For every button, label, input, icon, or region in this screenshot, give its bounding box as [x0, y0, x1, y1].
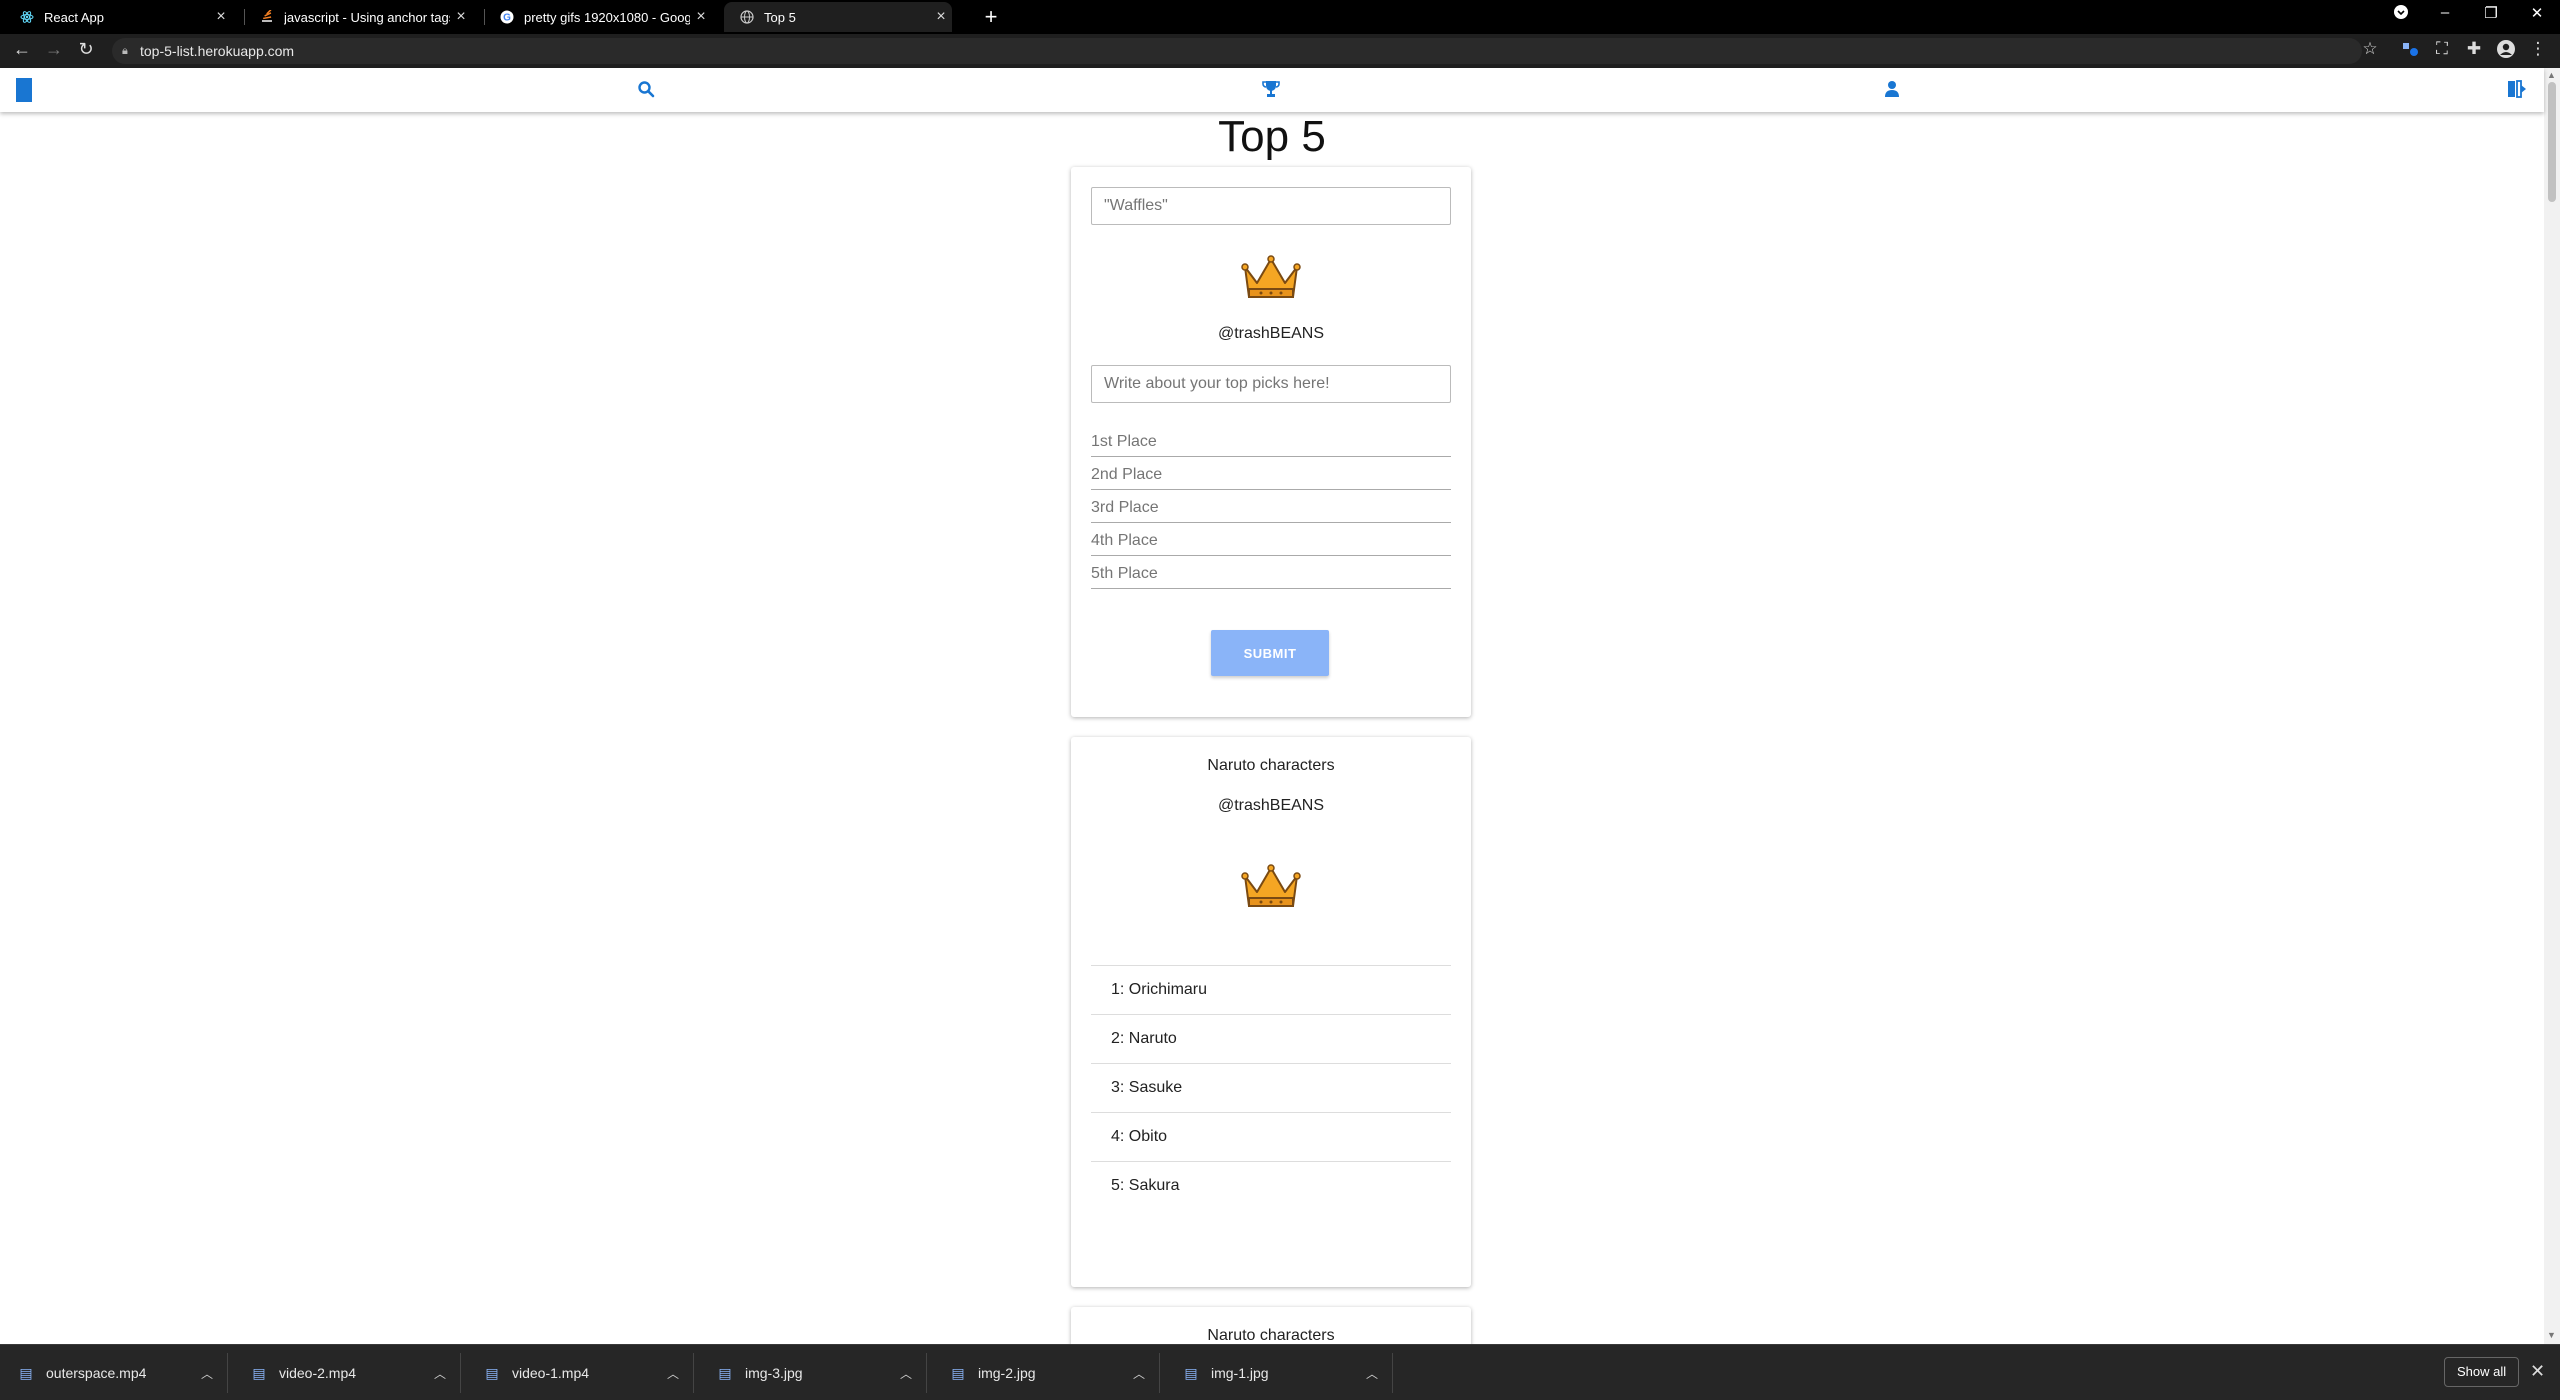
close-downloads-icon[interactable]: ✕	[2530, 1361, 2545, 1382]
chevron-up-icon[interactable]: ︿	[1352, 1365, 1392, 1382]
top5-list-card[interactable]: Naruto characters	[1071, 1307, 1471, 1344]
first-place-input[interactable]	[1091, 427, 1451, 457]
crown-icon	[1241, 255, 1301, 298]
file-icon: ▤	[19, 1364, 33, 1381]
list-title-input[interactable]	[1091, 187, 1451, 225]
tab-stackoverflow[interactable]: javascript - Using anchor tags in ×	[244, 2, 472, 32]
bookmark-star-icon[interactable]: ☆	[2356, 39, 2384, 59]
chevron-up-icon[interactable]: ︿	[187, 1365, 227, 1382]
address-bar[interactable]: 🔒︎ top-5-list.herokuapp.com	[112, 38, 2362, 64]
list-item: 4: Obito	[1091, 1112, 1451, 1161]
tab-title: React App	[44, 9, 104, 25]
downloads-bar: ▤ outerspace.mp4 ︿ ▤ video-2.mp4 ︿ ▤ vid…	[0, 1344, 2560, 1400]
google-icon: G	[500, 10, 514, 24]
chevron-up-icon[interactable]: ︿	[1119, 1365, 1159, 1382]
download-filename: video-2.mp4	[279, 1365, 357, 1381]
file-icon: ▤	[485, 1364, 499, 1381]
screen-capture-icon[interactable]: ⛶	[2428, 39, 2456, 59]
user-icon[interactable]	[1880, 80, 1904, 104]
download-filename: outerspace.mp4	[46, 1365, 147, 1381]
browser-menu-icon[interactable]: ⋮	[2524, 39, 2552, 59]
tab-title: javascript - Using anchor tags in	[284, 9, 450, 25]
profile-avatar-icon[interactable]	[2492, 39, 2520, 64]
download-item[interactable]: ▤ video-1.mp4 ︿	[466, 1353, 694, 1393]
new-tab-button[interactable]: +	[978, 4, 1004, 30]
close-icon[interactable]: ×	[930, 8, 952, 26]
download-item[interactable]: ▤ img-2.jpg ︿	[932, 1353, 1160, 1393]
download-filename: img-1.jpg	[1211, 1365, 1269, 1381]
restore-icon[interactable]: ❐	[2476, 4, 2506, 22]
url-text: top-5-list.herokuapp.com	[140, 43, 295, 59]
show-all-downloads-button[interactable]: Show all	[2444, 1357, 2520, 1387]
download-item[interactable]: ▤ img-3.jpg ︿	[699, 1353, 927, 1393]
reload-icon[interactable]: ↻	[72, 39, 100, 60]
close-icon[interactable]: ×	[450, 8, 472, 26]
scrollbar-thumb[interactable]	[2548, 82, 2556, 202]
menu-block-icon[interactable]	[16, 78, 32, 102]
crown-icon	[1241, 864, 1301, 907]
close-icon[interactable]: ×	[690, 8, 712, 26]
second-place-input[interactable]	[1091, 460, 1451, 490]
file-icon: ▤	[1184, 1364, 1198, 1381]
download-item[interactable]: ▤ outerspace.mp4 ︿	[0, 1353, 228, 1393]
search-icon[interactable]	[634, 80, 658, 104]
top5-list-card[interactable]: Naruto characters @trashBEANS 1: Orichim…	[1071, 737, 1471, 1287]
close-icon[interactable]: ×	[210, 8, 232, 26]
react-icon	[20, 10, 34, 24]
file-icon: ▤	[252, 1364, 266, 1381]
tab-google-search[interactable]: G pretty gifs 1920x1080 - Google S ×	[484, 2, 712, 32]
download-item[interactable]: ▤ img-1.jpg ︿	[1165, 1353, 1393, 1393]
extension-badge-icon[interactable]	[2396, 39, 2424, 62]
download-filename: img-2.jpg	[978, 1365, 1036, 1381]
list-title: Naruto characters	[1207, 1327, 1335, 1344]
submit-button[interactable]: SUBMIT	[1211, 630, 1329, 676]
lock-icon: 🔒︎	[122, 45, 128, 57]
author-handle: @trashBEANS	[1217, 797, 1325, 814]
create-list-card: @trashBEANS SUBMIT	[1071, 167, 1471, 717]
browser-tab-strip: React App × javascript - Using anchor ta…	[0, 0, 2560, 34]
tab-title: pretty gifs 1920x1080 - Google S	[524, 9, 690, 25]
stackoverflow-icon	[260, 10, 274, 24]
tab-top-5[interactable]: Top 5 ×	[724, 2, 952, 32]
download-filename: video-1.mp4	[512, 1365, 590, 1381]
list-title: Naruto characters	[1207, 757, 1335, 774]
extensions-puzzle-icon[interactable]: ✚	[2460, 39, 2488, 59]
download-item[interactable]: ▤ video-2.mp4 ︿	[233, 1353, 461, 1393]
logout-icon[interactable]	[2505, 80, 2529, 104]
third-place-input[interactable]	[1091, 493, 1451, 523]
svg-text:G: G	[503, 13, 511, 24]
list-item: 1: Orichimaru	[1091, 965, 1451, 1014]
chevron-up-icon[interactable]: ︿	[886, 1365, 926, 1382]
browser-toolbar: ← → ↻ 🔒︎ top-5-list.herokuapp.com ☆ ⛶ ✚ …	[0, 34, 2560, 68]
forward-icon[interactable]: →	[40, 39, 68, 60]
author-handle: @trashBEANS	[1217, 325, 1325, 342]
page-title: Top 5	[1218, 112, 1326, 161]
list-item: 3: Sasuke	[1091, 1063, 1451, 1112]
close-window-icon[interactable]: ✕	[2522, 4, 2552, 22]
app-navbar	[0, 68, 2544, 112]
file-icon: ▤	[718, 1364, 732, 1381]
back-icon[interactable]: ←	[8, 39, 36, 60]
file-icon: ▤	[951, 1364, 965, 1381]
page-scrollbar[interactable]: ▲ ▼	[2544, 68, 2560, 1344]
list-item: 2: Naruto	[1091, 1014, 1451, 1063]
tab-title: Top 5	[764, 9, 796, 25]
scroll-down-arrow-icon[interactable]: ▼	[2547, 1330, 2556, 1340]
globe-icon	[740, 10, 754, 24]
trophy-icon[interactable]	[1259, 80, 1283, 104]
description-input[interactable]	[1091, 365, 1451, 403]
fourth-place-input[interactable]	[1091, 526, 1451, 556]
download-filename: img-3.jpg	[745, 1365, 803, 1381]
tab-react-app[interactable]: React App ×	[4, 2, 232, 32]
fifth-place-input[interactable]	[1091, 559, 1451, 589]
list-item: 5: Sakura	[1091, 1161, 1451, 1210]
page-content: Top 5 @trashBEANS SUBMIT Naruto characte…	[0, 112, 2544, 1344]
scroll-up-arrow-icon[interactable]: ▲	[2547, 70, 2556, 80]
tab-search-icon[interactable]	[2386, 4, 2416, 24]
minimize-icon[interactable]: –	[2430, 4, 2460, 21]
chevron-up-icon[interactable]: ︿	[653, 1365, 693, 1382]
chevron-up-icon[interactable]: ︿	[420, 1365, 460, 1382]
